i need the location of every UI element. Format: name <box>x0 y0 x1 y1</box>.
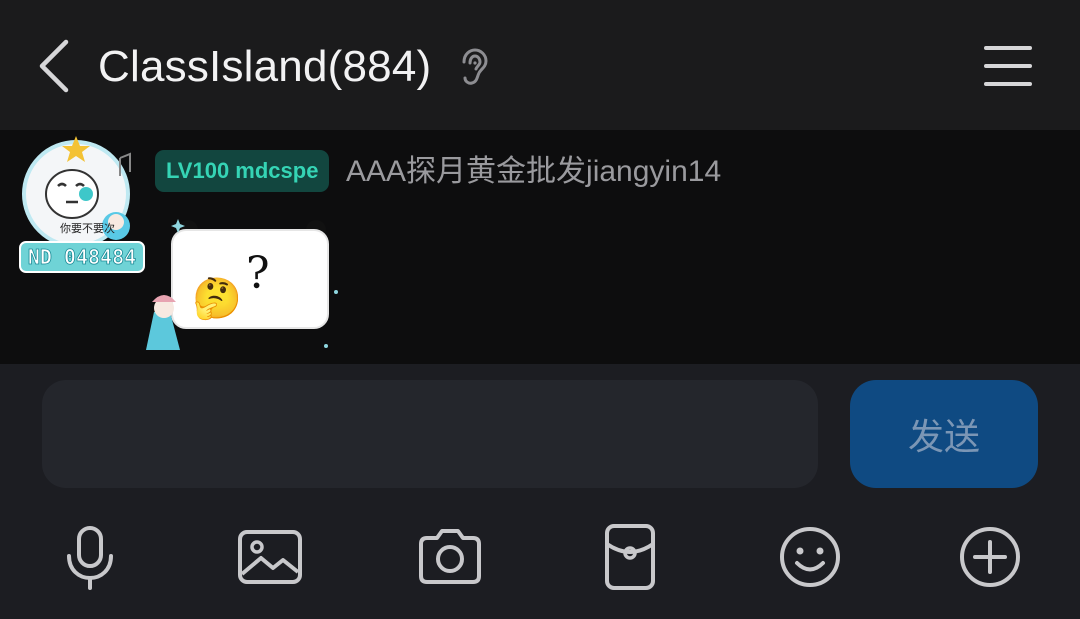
menu-button[interactable] <box>980 42 1036 90</box>
avatar-name-plate: ND 048484 <box>28 245 136 269</box>
chevron-left-icon <box>39 39 69 93</box>
sender-name[interactable]: AAA探月黄金批发jiangyin14 <box>346 152 721 192</box>
avatar-caption: 你要不要次 <box>60 221 115 235</box>
emoji-button[interactable] <box>775 522 845 592</box>
sticker-text: ? <box>246 248 270 299</box>
page-title: ClassIsland(884) <box>98 42 432 91</box>
chat-screen: ClassIsland(884) 你要不要次 ND 048484 LV100 m… <box>0 0 1080 619</box>
voice-button[interactable] <box>55 522 125 592</box>
red-packet-icon <box>605 524 655 590</box>
image-icon <box>238 530 302 584</box>
input-bar: 发送 <box>0 364 1080 502</box>
message-input[interactable] <box>42 380 818 488</box>
input-toolbar <box>0 502 1080 619</box>
thinking-emoji-icon: 🤔 <box>192 277 242 321</box>
camera-button[interactable] <box>415 522 485 592</box>
camera-icon <box>419 529 481 584</box>
image-button[interactable] <box>235 522 305 592</box>
send-button[interactable]: 发送 <box>850 380 1038 488</box>
level-badge: LV100 mdcspe <box>155 150 330 192</box>
message-list: 你要不要次 ND 048484 LV100 mdcspe AAA探月黄金批发ji… <box>0 130 1080 364</box>
red-packet-button[interactable] <box>595 522 665 592</box>
plus-icon <box>960 527 1020 587</box>
more-button[interactable] <box>955 522 1025 592</box>
back-button[interactable] <box>30 36 78 96</box>
sticker-message[interactable]: 🤔 ? <box>140 216 350 354</box>
emoji-icon <box>780 527 840 587</box>
ear-icon[interactable] <box>456 48 490 86</box>
hamburger-menu-icon <box>984 46 1032 86</box>
chat-header: ClassIsland(884) <box>0 0 1080 130</box>
microphone-icon <box>67 526 113 590</box>
avatar[interactable]: 你要不要次 ND 048484 <box>16 134 152 280</box>
